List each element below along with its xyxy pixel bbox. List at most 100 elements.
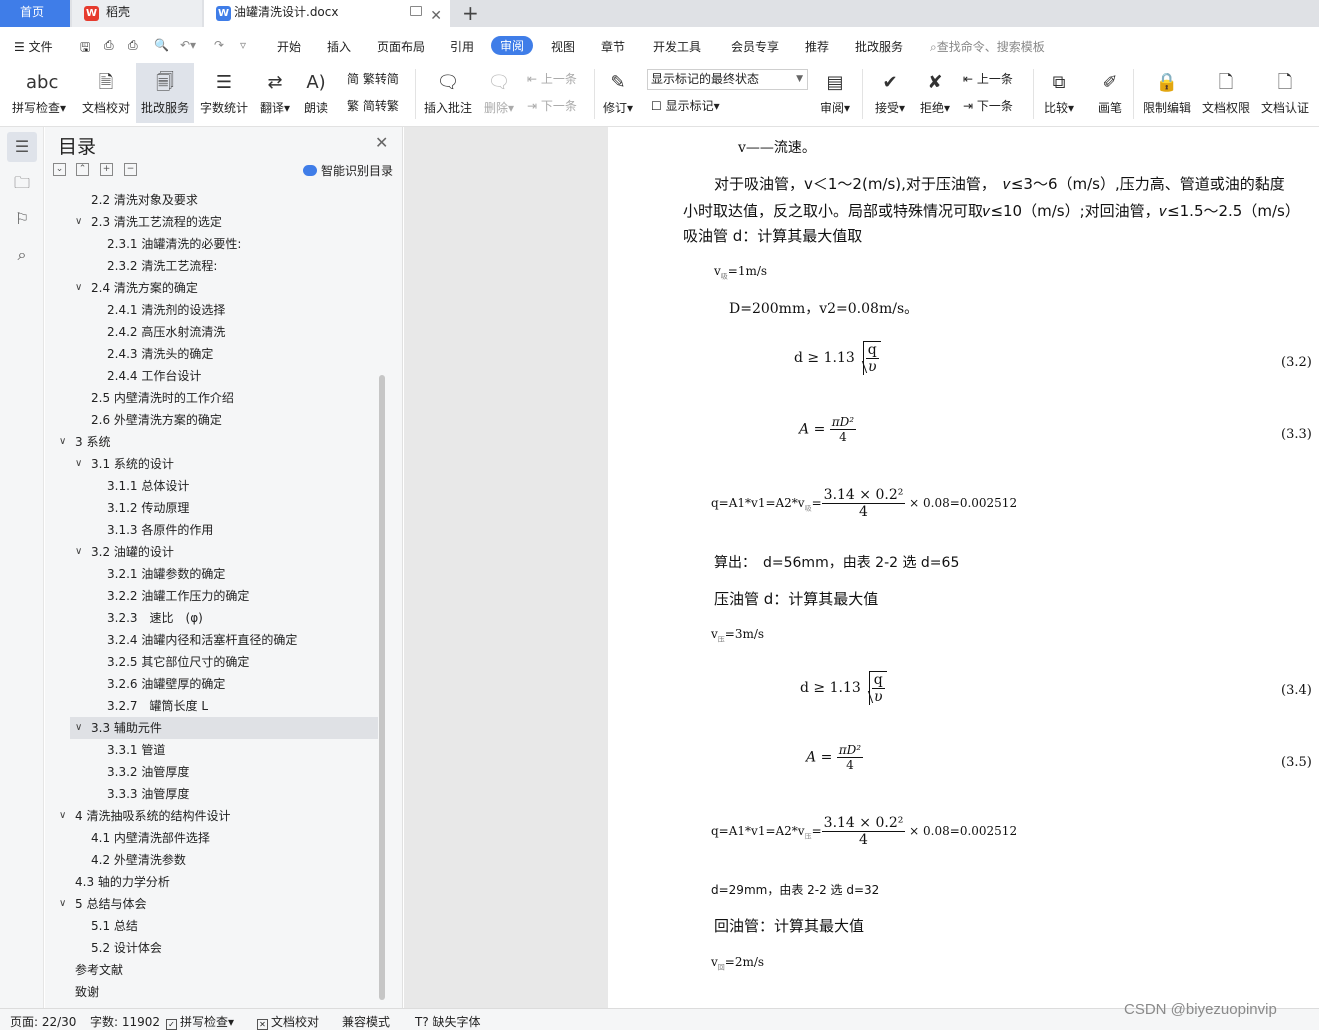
pen-button[interactable]: ✐ 画笔 [1092, 63, 1128, 123]
reject-button[interactable]: ✘ 拒绝▾ [915, 63, 955, 123]
quick-access-dropdown-icon[interactable]: ▿ [240, 38, 246, 52]
new-tab-button[interactable]: + [462, 1, 479, 25]
toc-item[interactable]: ∨ 4 清洗抽吸系统的结构件设计 [45, 805, 378, 827]
toc-item[interactable]: 2.2 清洗对象及要求 [45, 189, 378, 211]
monitor-icon[interactable] [410, 6, 422, 16]
toc-item[interactable]: 致谢 [45, 981, 378, 1003]
toc-item[interactable]: 3.2.5 其它部位尺寸的确定 [45, 651, 378, 673]
document-page[interactable]: v——流速。 对于吸油管，v＜1～2(m/s),对于压油管， 𝜈≤3～6（m/s… [608, 127, 1319, 1008]
chevron-down-icon[interactable]: ∨ [75, 211, 82, 233]
smart-toc-button[interactable]: 智能识别目录 [303, 162, 393, 179]
print-preview-icon[interactable]: 🔍 [154, 38, 169, 52]
toc-item[interactable]: 2.6 外壁清洗方案的确定 [45, 409, 378, 431]
menu-reference[interactable]: 引用 [450, 38, 474, 55]
search-icon[interactable]: ⌕ [7, 240, 37, 270]
to-simplified-button[interactable]: 繁 简转繁 [347, 97, 399, 114]
toc-item[interactable]: 3.2.3 速比 (φ) [45, 607, 378, 629]
prev-comment-button[interactable]: ⇤ 上一条 [527, 70, 577, 87]
page-indicator[interactable]: 页面: 22/30 [10, 1013, 76, 1030]
toc-item[interactable]: 2.4.2 高压水射流清洗 [45, 321, 378, 343]
toc-item[interactable]: ∨ 3 系统 [45, 431, 378, 453]
undo-icon[interactable]: ↶▾ [180, 38, 196, 52]
toc-item[interactable]: 3.1.2 传动原理 [45, 497, 378, 519]
menu-member[interactable]: 会员专享 [731, 38, 779, 55]
tab-document[interactable]: W 油罐清洗设计.docx ✕ [204, 0, 450, 27]
toc-item[interactable]: 3.2.4 油罐内径和活塞杆直径的确定 [45, 629, 378, 651]
chevron-down-icon[interactable]: ∨ [59, 805, 66, 827]
toc-item[interactable]: ∨ 2.3 清洗工艺流程的选定 [45, 211, 378, 233]
menu-chapter[interactable]: 章节 [601, 38, 625, 55]
toc-item[interactable]: ∨ 3.3 辅助元件 [70, 717, 378, 739]
add-heading-icon[interactable]: + [100, 163, 113, 176]
toc-item[interactable]: 4.2 外壁清洗参数 [45, 849, 378, 871]
revise-button[interactable]: ✎ 修订▾ [598, 63, 638, 123]
menu-correction[interactable]: 批改服务 [855, 38, 903, 55]
spellcheck-button[interactable]: abc 拼写检查▾ [8, 63, 70, 123]
redo-icon[interactable]: ↷ [214, 38, 224, 52]
doccheck-button[interactable]: 🗎 文档校对 [78, 63, 134, 123]
toc-item[interactable]: 2.4.1 清洗剂的设选择 [45, 299, 378, 321]
close-tab-icon[interactable]: ✕ [430, 4, 442, 29]
toc-panel-icon[interactable]: ☰ [7, 132, 37, 162]
expand-up-icon[interactable]: ⌃ [76, 163, 89, 176]
menu-page-layout[interactable]: 页面布局 [377, 38, 425, 55]
restrict-edit-button[interactable]: 🔒 限制编辑 [1140, 63, 1194, 123]
toc-item[interactable]: 4.1 内壁清洗部件选择 [45, 827, 378, 849]
toc-item[interactable]: 3.2.6 油罐壁厚的确定 [45, 673, 378, 695]
toc-item[interactable]: 3.2.2 油罐工作压力的确定 [45, 585, 378, 607]
tab-home[interactable]: 首页 [0, 0, 70, 27]
accept-button[interactable]: ✔ 接受▾ [870, 63, 910, 123]
wordcount-button[interactable]: ☰ 字数统计 [197, 63, 251, 123]
toc-item[interactable]: 3.3.2 油管厚度 [45, 761, 378, 783]
toc-item[interactable]: 3.2.7 罐筒长度 L [45, 695, 378, 717]
chevron-down-icon[interactable]: ∨ [75, 453, 82, 475]
toc-scrollbar[interactable] [379, 375, 385, 1000]
menu-start[interactable]: 开始 [277, 38, 301, 55]
save-icon[interactable]: 🖫 [80, 38, 90, 59]
menu-view[interactable]: 视图 [551, 38, 575, 55]
compare-button[interactable]: ⧉ 比较▾ [1039, 63, 1079, 123]
missing-font[interactable]: T? 缺失字体 [415, 1013, 481, 1030]
toc-item[interactable]: 3.3.1 管道 [45, 739, 378, 761]
next-comment-button[interactable]: ⇥ 下一条 [527, 97, 577, 114]
menu-recommend[interactable]: 推荐 [805, 38, 829, 55]
toc-item[interactable]: 3.2.1 油罐参数的确定 [45, 563, 378, 585]
toc-item[interactable]: ∨ 2.4 清洗方案的确定 [45, 277, 378, 299]
toc-item[interactable]: ∨ 3.2 油罐的设计 [45, 541, 378, 563]
chevron-down-icon[interactable]: ∨ [75, 277, 82, 299]
doc-permission-button[interactable]: 🗋 文档权限 [1199, 63, 1253, 123]
export-pdf-icon[interactable]: ⎙ [104, 38, 114, 53]
toc-item[interactable]: 3.1.1 总体设计 [45, 475, 378, 497]
collapse-all-icon[interactable]: ⌄ [53, 163, 66, 176]
correction-button[interactable]: 🗐 批改服务 [136, 63, 194, 123]
translate-button[interactable]: ⇄ 翻译▾ [255, 63, 295, 123]
toc-item[interactable]: 3.1.3 各原件的作用 [45, 519, 378, 541]
file-menu[interactable]: ☰ 文件 [14, 38, 53, 55]
toc-item[interactable]: 2.3.1 油罐清洗的必要性: [45, 233, 378, 255]
bookmark-icon[interactable]: ⚐ [7, 204, 37, 234]
close-icon[interactable]: ✕ [375, 133, 388, 152]
menu-dev-tools[interactable]: 开发工具 [653, 38, 701, 55]
toc-item[interactable]: 5.1 总结 [45, 915, 378, 937]
chevron-down-icon[interactable]: ∨ [75, 717, 82, 739]
toc-item[interactable]: 5.2 设计体会 [45, 937, 378, 959]
toc-item[interactable]: 4.3 轴的力学分析 [45, 871, 378, 893]
toc-item[interactable]: 2.3.2 清洗工艺流程: [45, 255, 378, 277]
remove-heading-icon[interactable]: − [124, 163, 137, 176]
review-pane-button[interactable]: ▤ 审阅▾ [815, 63, 855, 123]
prev-change-button[interactable]: ⇤ 上一条 [963, 70, 1013, 87]
status-spellcheck[interactable]: ✓ 拼写检查▾ [166, 1013, 234, 1030]
insert-comment-button[interactable]: 🗨 插入批注 [421, 63, 475, 123]
show-markup-button[interactable]: ☐ 显示标记▾ [651, 97, 720, 114]
chevron-down-icon[interactable]: ∨ [59, 431, 66, 453]
doc-certify-button[interactable]: 🗋 文档认证 [1258, 63, 1312, 123]
status-doccheck[interactable]: ✕ 文档校对 [257, 1013, 319, 1030]
toc-item[interactable]: 参考文献 [45, 959, 378, 981]
toc-item[interactable]: 2.5 内壁清洗时的工作介绍 [45, 387, 378, 409]
print-icon[interactable]: ⎙ [128, 38, 138, 53]
next-change-button[interactable]: ⇥ 下一条 [963, 97, 1013, 114]
read-aloud-button[interactable]: A) 朗读 [298, 63, 334, 123]
chapter-nav-icon[interactable]: 🗀 [7, 168, 37, 198]
chevron-down-icon[interactable]: ∨ [75, 541, 82, 563]
toc-item[interactable]: 3.3.3 油管厚度 [45, 783, 378, 805]
